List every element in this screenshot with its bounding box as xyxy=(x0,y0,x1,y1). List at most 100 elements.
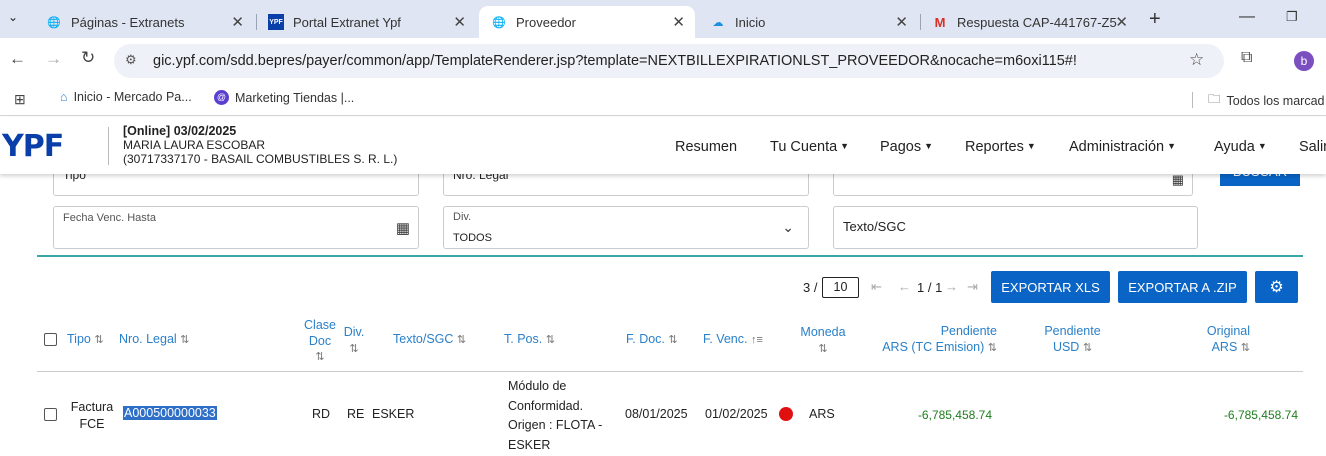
ypf-favicon-icon: YPF xyxy=(268,14,284,30)
omnibox[interactable]: ⚙ gic.ypf.com/sdd.bepres/payer/common/ap… xyxy=(114,44,1224,78)
header-nro-legal[interactable]: Nro. Legal ⇅ xyxy=(119,332,189,349)
cell-clase-doc: RD xyxy=(312,407,331,421)
close-tab-icon[interactable]: ✕ xyxy=(895,13,908,31)
tab-portal-extranet[interactable]: YPF Portal Extranet Ypf ✕ xyxy=(256,6,476,38)
close-tab-icon[interactable]: ✕ xyxy=(453,13,466,31)
calendar-icon[interactable]: ▦ xyxy=(396,219,410,237)
prev-page-icon[interactable]: ← xyxy=(898,279,911,294)
row-checkbox[interactable] xyxy=(44,408,57,421)
sort-icon: ⇅ xyxy=(1240,341,1250,354)
texto-sgc-input[interactable]: Texto/SGC xyxy=(833,206,1198,249)
cell-tpos: Módulo de Conformidad. Origen : FLOTA - ESK… xyxy=(508,379,603,452)
caret-down-icon: ▼ xyxy=(1257,141,1267,151)
site-settings-icon[interactable]: ⚙ xyxy=(125,52,137,68)
header-fdoc[interactable]: F. Doc. ⇅ xyxy=(626,332,678,349)
tab-gmail[interactable]: M Respuesta CAP-441767-Z5V ✕ xyxy=(920,6,1138,38)
restore-icon[interactable]: ❐ xyxy=(1286,9,1298,25)
header-texto-sgc[interactable]: Texto/SGC ⇅ xyxy=(393,332,466,349)
header-tpos[interactable]: T. Pos. ⇅ xyxy=(504,332,555,349)
caret-down-icon: ▼ xyxy=(924,141,934,151)
forward-icon[interactable]: → xyxy=(45,49,62,69)
next-page-icon[interactable]: → xyxy=(945,279,958,294)
pager-text: 1 / 1 xyxy=(917,280,943,295)
nav-ayuda[interactable]: Ayuda ▼ xyxy=(1214,139,1267,155)
tab-proveedor[interactable]: 🌐 Proveedor ✕ xyxy=(479,6,695,38)
close-tab-icon[interactable]: ✕ xyxy=(672,13,685,31)
profile-avatar[interactable]: b xyxy=(1294,51,1314,71)
tab-title: Respuesta CAP-441767-Z5V xyxy=(957,14,1117,30)
div-select-label: Div. xyxy=(453,211,472,223)
bookmark-label: Marketing Tiendas |... xyxy=(235,90,355,105)
div-select[interactable]: Div. TODOS ⌄ xyxy=(443,206,809,249)
bookmark-marketing-tiendas[interactable]: @ Marketing Tiendas |... xyxy=(214,90,354,105)
cloud-icon: ☁ xyxy=(712,16,724,29)
first-page-icon[interactable]: ⇤ xyxy=(871,279,882,295)
cell-original-ars: -6,785,458.74 xyxy=(1223,408,1298,422)
bookmarks-bar: ⊞ ⌂ Inicio - Mercado Pa... @ Marketing T… xyxy=(0,84,1326,116)
results-panel xyxy=(37,255,1303,456)
ypf-logo[interactable]: YPF xyxy=(2,129,64,164)
bookmark-mercado-pago[interactable]: ⌂ Inicio - Mercado Pa... xyxy=(60,90,192,104)
nav-resumen[interactable]: Resumen xyxy=(675,139,737,155)
nav-pagos[interactable]: Pagos ▼ xyxy=(880,139,933,155)
back-icon[interactable]: ← xyxy=(9,49,26,69)
cell-nro-legal[interactable]: A000500000033 xyxy=(123,406,217,420)
user-info: [Online] 03/02/2025 MARIA LAURA ESCOBAR … xyxy=(123,124,397,166)
tab-inicio[interactable]: ☁ Inicio ✕ xyxy=(698,6,918,38)
sort-icon: ⇅ xyxy=(545,334,555,346)
sort-icon: ⇅ xyxy=(987,341,997,354)
select-all-checkbox[interactable] xyxy=(44,333,57,346)
nav-salir[interactable]: Salir xyxy=(1299,139,1326,155)
sort-icon: ⇅ xyxy=(456,334,467,346)
close-tab-icon[interactable]: ✕ xyxy=(1115,13,1128,31)
cell-div: RE xyxy=(347,407,365,421)
sort-icon: ⇅ xyxy=(94,334,104,346)
header-pendiente-ars[interactable]: Pendiente ARS (TC Emision) ⇅ xyxy=(870,324,997,356)
header-div[interactable]: Div. ⇅ xyxy=(341,325,367,357)
sort-icon: ⇅ xyxy=(180,334,190,346)
export-zip-button[interactable]: EXPORTAR A .ZIP xyxy=(1118,271,1247,303)
reload-icon[interactable]: ↻ xyxy=(81,48,95,68)
nav-tu-cuenta[interactable]: Tu Cuenta ▼ xyxy=(770,139,849,155)
extensions-icon[interactable]: ⧉ xyxy=(1241,49,1252,67)
tab-search-icon[interactable]: ⌄ xyxy=(8,10,18,24)
bookmark-label: Inicio - Mercado Pa... xyxy=(73,90,192,104)
settings-gear-button[interactable]: ⚙ xyxy=(1255,271,1298,303)
caret-down-icon: ▼ xyxy=(1167,141,1177,151)
header-moneda[interactable]: Moneda ⇅ xyxy=(793,325,853,357)
nav-reportes[interactable]: Reportes ▼ xyxy=(965,139,1036,155)
cell-texto: ESKER xyxy=(372,407,415,421)
tab-title: Páginas - Extranets xyxy=(71,14,185,30)
status-dot-icon xyxy=(779,407,793,421)
sort-icon: ⇅ xyxy=(315,351,325,363)
house-icon: ⌂ xyxy=(60,90,68,104)
export-xls-button[interactable]: EXPORTAR XLS xyxy=(991,271,1110,303)
minimize-icon[interactable]: — xyxy=(1239,8,1255,26)
header-pendiente-usd[interactable]: Pendiente USD ⇅ xyxy=(1035,324,1110,356)
close-tab-icon[interactable]: ✕ xyxy=(231,13,244,31)
header-tipo[interactable]: Tipo ⇅ xyxy=(67,332,104,349)
sort-icon: ⇅ xyxy=(1082,341,1093,354)
header-fvenc[interactable]: F. Venc. ↑≡ xyxy=(703,332,763,349)
bookmark-label: Todos los marcad xyxy=(1226,93,1325,108)
bookmark-star-icon[interactable]: ☆ xyxy=(1189,50,1204,70)
globe-icon: 🌐 xyxy=(492,16,506,29)
url-text[interactable]: gic.ypf.com/sdd.bepres/payer/common/app/… xyxy=(153,53,1077,69)
cell-tipo: Factura FCE xyxy=(70,400,114,431)
calendar-icon[interactable]: ▦ xyxy=(1172,172,1184,188)
new-tab-icon[interactable]: + xyxy=(1149,8,1161,31)
fecha-venc-hasta-label: Fecha Venc. Hasta xyxy=(63,212,156,224)
tab-title: Portal Extranet Ypf xyxy=(293,14,401,30)
bookmark-all-folders[interactable]: 🗀 Todos los marcad xyxy=(1208,90,1324,111)
header-original-ars[interactable]: Original ARS ⇅ xyxy=(1180,324,1250,356)
tab-paginas-extranets[interactable]: 🌐 Páginas - Extranets ✕ xyxy=(34,6,254,38)
user-name: MARIA LAURA ESCOBAR xyxy=(123,138,266,152)
last-page-icon[interactable]: ⇥ xyxy=(967,279,978,295)
page-size-input[interactable]: 10 xyxy=(822,277,859,298)
nav-administracion[interactable]: Administración ▼ xyxy=(1069,139,1176,155)
sort-icon: ⇅ xyxy=(349,342,359,355)
apps-grid-icon[interactable]: ⊞ xyxy=(14,91,26,108)
fecha-venc-hasta-filter[interactable]: Fecha Venc. Hasta ▦ xyxy=(53,206,419,249)
header-clase-doc[interactable]: Clase Doc ⇅ xyxy=(300,318,340,366)
sort-icon: ⇅ xyxy=(668,334,678,346)
